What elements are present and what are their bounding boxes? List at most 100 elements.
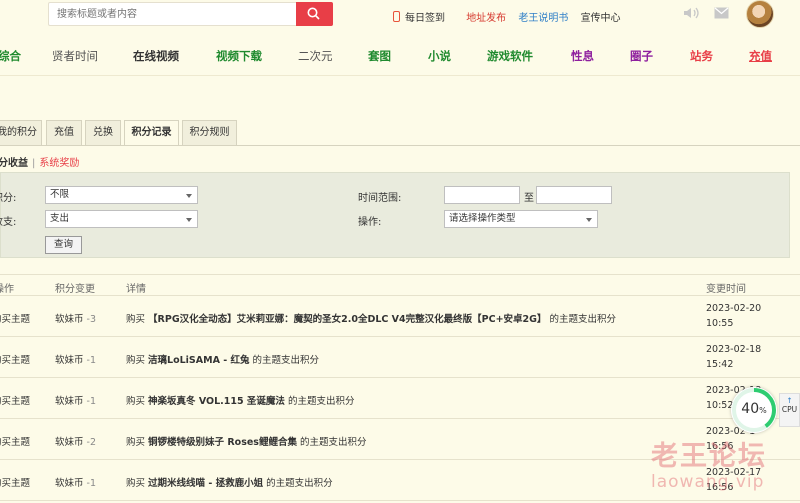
progress-ring[interactable]: 40% (731, 387, 777, 433)
subtab-income[interactable]: 积分收益 (0, 158, 28, 169)
tab-divider (0, 145, 800, 146)
nav-item-info[interactable]: 性息 (571, 48, 594, 64)
row-currency: 软妹币 (55, 355, 84, 366)
volume-icon[interactable] (683, 6, 700, 23)
start-date-input[interactable] (444, 186, 520, 204)
flow-select-value: 支出 (50, 213, 70, 224)
progress-value: 40 (741, 401, 760, 417)
col-change-time: 变更时间 (706, 284, 746, 295)
nav-item-circles[interactable]: 圈子 (630, 48, 653, 64)
search-icon (307, 7, 320, 20)
row-amount: -1 (86, 355, 96, 366)
type-label: 积分: (0, 193, 17, 204)
nav-item-video-download[interactable]: 视频下载 (216, 48, 262, 64)
row-time: 10:55 (706, 318, 734, 329)
cpu-label: CPU (781, 405, 798, 414)
row-points-change: 软妹币 -2 (55, 434, 96, 448)
row-topic-link[interactable]: 【RPG汉化全动态】艾米莉亚娜：魔契的圣女2.0全DLC V4完整汉化最终版【P… (148, 314, 546, 325)
daily-sign-link[interactable]: 每日签到 (393, 11, 454, 24)
flow-select[interactable]: 支出 (45, 210, 198, 228)
type-select[interactable]: 不限 (45, 186, 198, 204)
operation-label: 操作: (358, 217, 382, 228)
table-row: 购买主题 软妹币-1 购买 洁璃LoLiSAMA - 红兔 的主题支出积分 2023-… (0, 337, 800, 378)
row-date: 2023-02-20 (706, 303, 762, 314)
row-points-change: 软妹币 -3 (55, 311, 96, 325)
row-suffix: 的主题支出积分 (299, 437, 367, 448)
row-topic-link[interactable]: 神楽坂真冬 VOL.115 圣诞魔法 (148, 396, 285, 407)
table-row: 购买主题软妹币-1购买 神楽坂真冬 VOL.115 圣诞魔法 的主题支出积分20… (0, 378, 800, 419)
search-button[interactable] (296, 2, 333, 26)
col-details: 详情 (126, 284, 146, 295)
tab-bar: 我的积分 充值 兑换 积分记录 积分规则 (0, 120, 800, 146)
nav-item-sage-time[interactable]: 贤者时间 (52, 48, 98, 64)
cpu-widget[interactable]: ↑ CPU (779, 393, 800, 427)
nav-item-all[interactable]: 综合 (0, 48, 21, 64)
search-box (48, 2, 333, 26)
nav-item-recharge[interactable]: 充值 (749, 48, 772, 64)
watermark-title: 老王论坛 (651, 441, 767, 472)
row-points-change: 软妹币 -1 (55, 393, 96, 407)
nav-item-photo-sets[interactable]: 套图 (368, 48, 391, 64)
row-details: 购买 过期米线线喵 - 拯救鹿小姐 的主题支出积分 (126, 475, 333, 489)
row-buy-label: 购买 (126, 396, 146, 407)
nav-item-site-affairs[interactable]: 站务 (690, 48, 713, 64)
progress-percent: 40% (731, 401, 777, 417)
nav-item-anime[interactable]: 二次元 (298, 48, 333, 64)
row-amount: -1 (86, 396, 96, 407)
row-points-change: 软妹币 -1 (55, 352, 96, 366)
tab-exchange[interactable]: 兑换 (85, 120, 121, 145)
row-topic-link[interactable]: 铜锣楼特级别妹子 Roses鲤鲤合集 (148, 437, 297, 448)
row-currency: 软妹币 (55, 437, 84, 448)
daily-sign-label: 每日签到 (405, 13, 445, 24)
nav-item-online-video[interactable]: 在线视频 (133, 48, 179, 64)
time-range-separator: 至 (524, 193, 534, 204)
row-operation: 购买主题 (0, 314, 31, 325)
row-details: 购买 洁璃LoLiSAMA - 红兔 的主题支出积分 (126, 352, 319, 366)
header-icons (683, 6, 739, 23)
row-points-change: 软妹币 -1 (55, 475, 96, 489)
operation-select[interactable]: 请选择操作类型 (444, 210, 598, 228)
row-details: 购买 【RPG汉化全动态】艾米莉亚娜：魔契的圣女2.0全DLC V4完整汉化最终… (126, 311, 616, 325)
row-suffix: 的主题支出积分 (266, 478, 333, 489)
row-suffix: 的主题支出积分 (287, 396, 355, 407)
chevron-down-icon (186, 194, 192, 198)
tab-points-log[interactable]: 积分记录 (124, 120, 179, 146)
watermark-url: laowang.vip (651, 472, 765, 492)
address-publish-link[interactable]: 地址发布 (466, 13, 506, 24)
row-amount: -2 (86, 437, 96, 448)
nav-item-novels[interactable]: 小说 (428, 48, 451, 64)
avatar[interactable] (746, 0, 774, 28)
row-suffix: 的主题支出积分 (252, 355, 320, 366)
row-buy-label: 购买 (126, 437, 146, 448)
row-currency: 软妹币 (55, 478, 84, 489)
operation-select-value: 请选择操作类型 (449, 213, 516, 224)
nav-item-games-software[interactable]: 游戏软件 (487, 48, 533, 64)
col-operation: 操作 (0, 284, 14, 295)
row-operation: 购买主题 (0, 437, 31, 448)
top-links: 每日签到 地址发布 老王说明书 宣传中心 (393, 9, 630, 24)
tab-my-points[interactable]: 我的积分 (0, 120, 42, 145)
end-date-input[interactable] (536, 186, 612, 204)
filter-panel: 积分: 不限 收支: 支出 时间范围: 至 操作: 请选择操作类型 查询 (0, 172, 790, 258)
row-details: 购买 神楽坂真冬 VOL.115 圣诞魔法 的主题支出积分 (126, 393, 354, 407)
phone-icon (393, 11, 400, 22)
row-suffix: 的主题支出积分 (549, 314, 616, 325)
publicity-link[interactable]: 宣传中心 (581, 13, 621, 24)
tab-points-rules[interactable]: 积分规则 (182, 120, 237, 145)
subtab-system-reward[interactable]: 系统奖励 (39, 158, 79, 169)
subtab-separator: | (32, 158, 36, 169)
table-row: 购买主题 软妹币-3 购买 【RPG汉化全动态】艾米莉亚娜：魔契的圣女2.0全DLC… (0, 296, 800, 337)
top-bar: 每日签到 地址发布 老王说明书 宣传中心 (0, 0, 800, 30)
row-amount: -3 (86, 314, 96, 325)
row-topic-link[interactable]: 洁璃LoLiSAMA - 红兔 (148, 355, 249, 366)
manual-link[interactable]: 老王说明书 (518, 13, 568, 24)
mail-icon[interactable] (714, 7, 729, 22)
arrow-up-icon: ↑ (786, 396, 793, 405)
query-button[interactable]: 查询 (45, 236, 82, 254)
row-currency: 软妹币 (55, 314, 84, 325)
watermark: 老王论坛 laowang.vip (651, 434, 767, 492)
row-topic-link[interactable]: 过期米线线喵 - 拯救鹿小姐 (148, 478, 263, 489)
tab-recharge[interactable]: 充值 (46, 120, 82, 145)
search-input[interactable] (49, 3, 289, 25)
row-buy-label: 购买 (126, 314, 146, 325)
